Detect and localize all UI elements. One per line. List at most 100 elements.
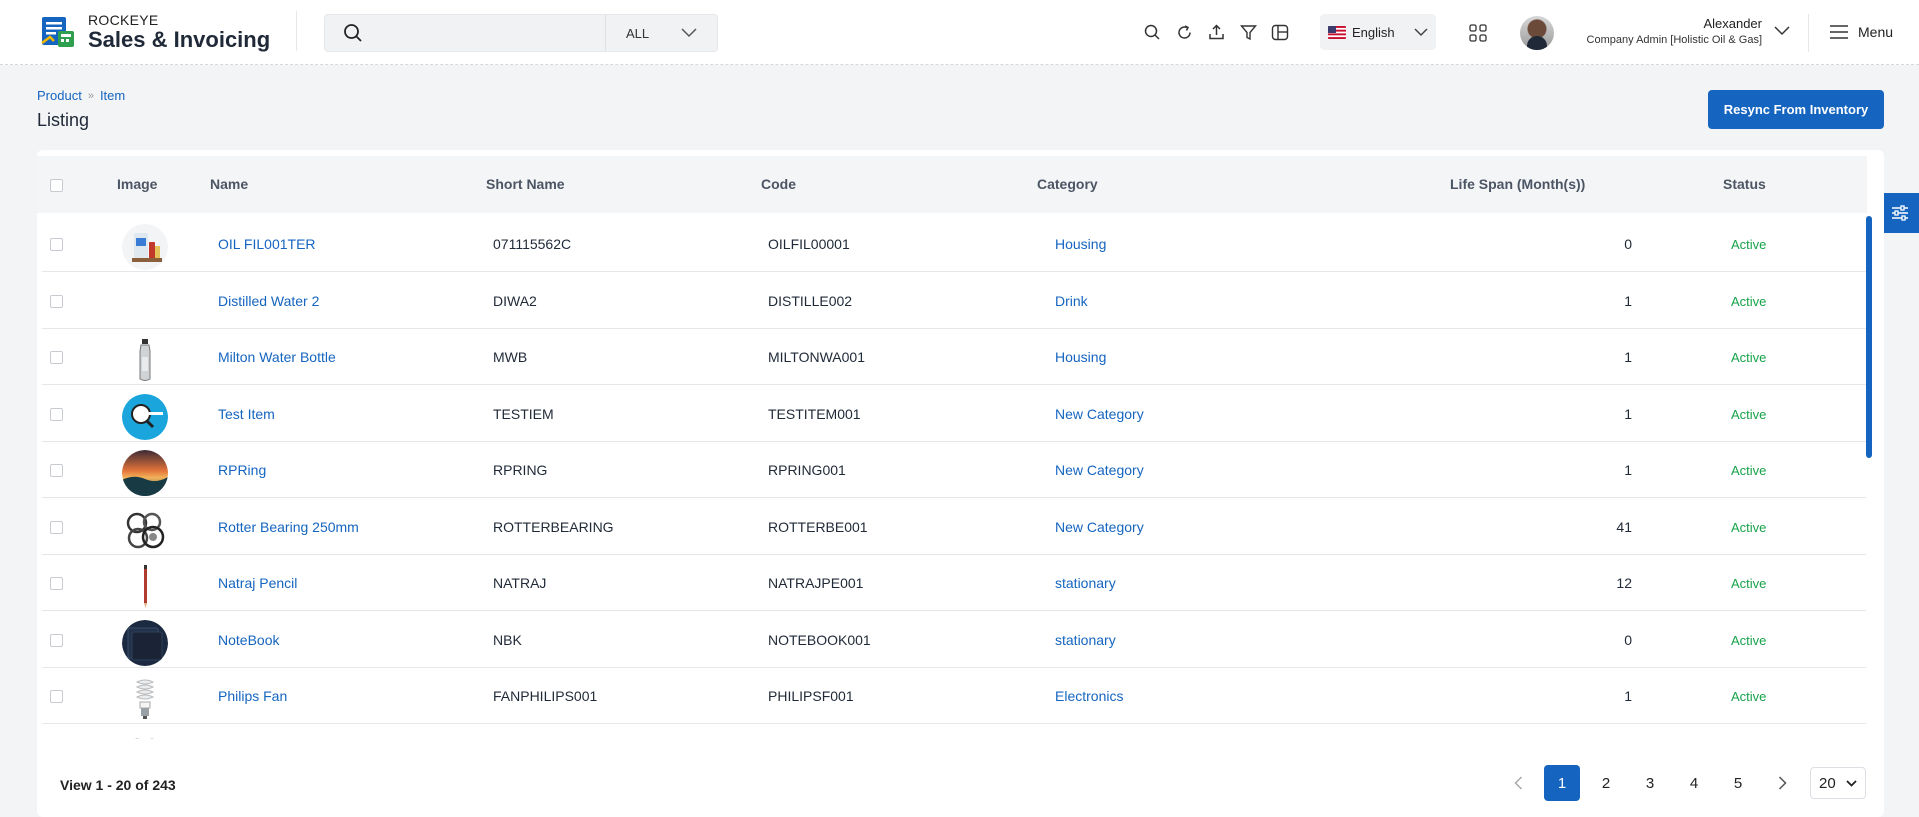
status-badge: Active (1731, 632, 1767, 648)
page-5-button[interactable]: 5 (1720, 765, 1756, 801)
user-name: Alexander (1703, 16, 1762, 31)
search-scope-select[interactable]: ALL (605, 15, 717, 51)
brand-company: ROCKEYE (88, 12, 159, 28)
header-toolbar (1142, 20, 1290, 44)
item-name-link[interactable]: Milton Water Bottle (218, 349, 336, 365)
layout-icon[interactable] (1270, 20, 1290, 44)
item-short-name: MWB (493, 349, 528, 365)
item-name-link[interactable]: Test Item (218, 406, 275, 422)
row-checkbox[interactable] (50, 633, 63, 647)
col-name[interactable]: Name (210, 176, 248, 192)
col-image: Image (117, 176, 158, 192)
row-checkbox[interactable] (50, 407, 63, 421)
breadcrumb-product[interactable]: Product (37, 88, 82, 103)
page-4-button[interactable]: 4 (1676, 765, 1712, 801)
item-category-link[interactable]: Electronics (1055, 688, 1123, 704)
item-code: NOTEBOOK001 (768, 631, 871, 648)
filter-icon[interactable] (1238, 20, 1258, 44)
apps-grid-icon[interactable] (1469, 24, 1487, 42)
search-scope-value: ALL (626, 25, 650, 41)
item-name-link[interactable]: Rotter Bearing 250mm (218, 519, 359, 535)
item-name-link[interactable]: OIL FIL001TER (218, 236, 316, 252)
table-scrollbar[interactable] (1866, 216, 1872, 458)
refresh-icon[interactable] (1174, 20, 1194, 44)
item-life-span: 1 (1624, 292, 1632, 309)
page-size-select[interactable]: 20 (1810, 767, 1866, 799)
select-all-checkbox[interactable] (50, 179, 63, 192)
page-3-button[interactable]: 3 (1632, 765, 1668, 801)
col-short-name[interactable]: Short Name (486, 176, 565, 192)
page-2-button[interactable]: 2 (1588, 765, 1624, 801)
prev-page-button[interactable] (1500, 765, 1536, 801)
item-category-link[interactable]: New Category (1055, 406, 1144, 422)
item-category-link[interactable]: stationary (1055, 575, 1116, 591)
col-life-span[interactable]: Life Span (Month(s)) (1450, 176, 1585, 192)
menu-label: Menu (1858, 24, 1894, 40)
table-row[interactable]: Natraj Pencil NATRAJ NATRAJPE001 station… (42, 555, 1866, 611)
resync-from-inventory-button[interactable]: Resync From Inventory (1708, 90, 1884, 129)
chevron-left-icon (1513, 776, 1522, 790)
item-category-link[interactable]: Drink (1055, 293, 1088, 309)
page-size-value: 20 (1819, 774, 1836, 792)
item-category-link[interactable]: New Category (1055, 519, 1144, 535)
item-name-link[interactable]: Natraj Pencil (218, 575, 297, 591)
next-page-button[interactable] (1764, 765, 1800, 801)
page-1-button[interactable]: 1 (1544, 765, 1580, 801)
item-image (122, 563, 168, 609)
user-info[interactable]: Alexander Company Admin [Holistic Oil & … (1587, 16, 1762, 46)
item-image (122, 450, 168, 496)
item-life-span: 12 (1616, 575, 1632, 591)
avatar[interactable] (1520, 16, 1554, 50)
item-life-span: 1 (1624, 462, 1632, 478)
item-category-link[interactable]: Housing (1055, 349, 1106, 365)
row-checkbox[interactable] (50, 520, 63, 534)
table-row[interactable]: Distilled Water 2 DIWA2 DISTILLE002 Drin… (42, 273, 1866, 329)
item-code: OILFIL00001 (768, 236, 850, 252)
row-checkbox[interactable] (50, 238, 63, 251)
upload-icon[interactable] (1206, 20, 1226, 44)
item-category-link[interactable]: New Category (1055, 462, 1144, 478)
item-category-link[interactable]: Housing (1055, 236, 1106, 252)
item-listing-card: Image Name Short Name Code Category Life… (37, 150, 1884, 817)
hamburger-icon (1830, 25, 1848, 39)
us-flag-icon (1328, 25, 1346, 39)
brand[interactable]: ROCKEYE Sales & Invoicing (40, 12, 270, 52)
table-row[interactable]: Test Item TESTIEM TESTITEM001 New Catego… (42, 386, 1866, 442)
col-status[interactable]: Status (1723, 176, 1766, 192)
table-row[interactable]: NoteBook NBK NOTEBOOK001 stationary 0 Ac… (42, 612, 1866, 668)
item-name-link[interactable]: Distilled Water 2 (218, 293, 319, 309)
row-checkbox[interactable] (50, 577, 63, 590)
item-image (122, 281, 168, 327)
item-code: RPRING001 (768, 462, 846, 478)
search-icon[interactable] (325, 15, 381, 51)
chevron-down-icon[interactable] (1774, 26, 1790, 36)
row-checkbox[interactable] (50, 690, 63, 703)
col-code[interactable]: Code (761, 176, 796, 192)
item-name-link[interactable]: NoteBook (218, 632, 279, 648)
pagination-info: View 1 - 20 of 243 (60, 777, 176, 793)
filter-panel-toggle[interactable] (1880, 193, 1919, 233)
menu-button[interactable]: Menu (1830, 24, 1893, 40)
table-row[interactable]: Milton Water Bottle MWB MILTONWA001 Hous… (42, 329, 1866, 385)
item-category-link[interactable]: stationary (1055, 632, 1116, 648)
item-name-link[interactable]: RPRing (218, 462, 266, 478)
language-select[interactable]: English (1320, 14, 1436, 50)
item-name-link[interactable]: Philips Fan (218, 688, 287, 704)
table-row[interactable]: RPRing RPRING RPRING001 New Category 1 A… (42, 442, 1866, 498)
row-checkbox[interactable] (50, 294, 63, 308)
breadcrumb-item[interactable]: Item (100, 88, 125, 103)
row-checkbox[interactable] (50, 464, 63, 477)
search-input[interactable] (381, 15, 605, 51)
row-checkbox[interactable] (50, 351, 63, 364)
user-role: Company Admin [Holistic Oil & Gas] (1586, 34, 1762, 46)
brand-product: Sales & Invoicing (88, 27, 271, 52)
col-category[interactable]: Category (1037, 176, 1098, 192)
search-icon[interactable] (1142, 20, 1162, 44)
item-short-name: RPRING (493, 462, 548, 478)
table-row[interactable]: Philips Fan FANPHILIPS001 PHILIPSF001 El… (42, 668, 1866, 724)
table-body: OIL FIL001TER 071115562C OILFIL00001 Hou… (42, 216, 1866, 739)
table-row[interactable] (42, 725, 1866, 739)
table-row[interactable]: OIL FIL001TER 071115562C OILFIL00001 Hou… (42, 216, 1866, 272)
table-row[interactable]: Rotter Bearing 250mm ROTTERBEARING ROTTE… (42, 499, 1866, 555)
breadcrumb: Product » Item (37, 88, 125, 103)
